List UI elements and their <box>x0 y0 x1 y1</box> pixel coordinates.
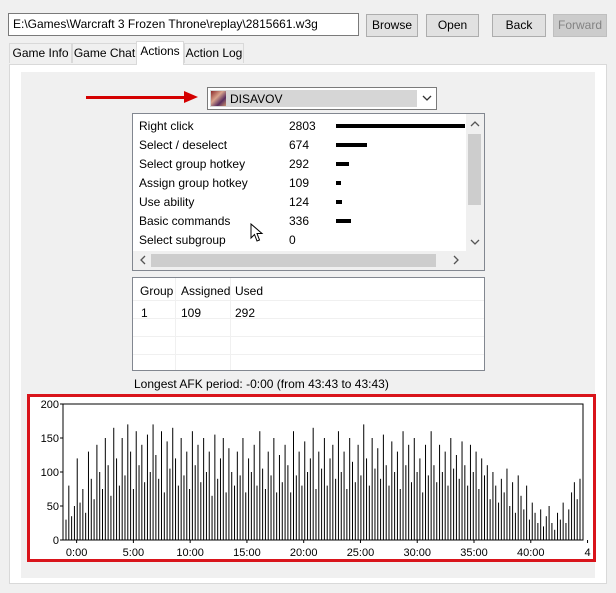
back-button[interactable]: Back <box>492 14 546 37</box>
x-tick-label: 20:00 <box>290 547 318 559</box>
cell-used: 292 <box>235 306 256 320</box>
y-tick-label: 0 <box>53 535 59 547</box>
open-button[interactable]: Open <box>426 14 479 37</box>
action-count: 674 <box>289 138 310 152</box>
action-row[interactable]: Select subgroup 0 <box>139 230 469 249</box>
column-header-used[interactable]: Used <box>235 284 263 298</box>
action-count: 336 <box>289 214 310 228</box>
row-divider <box>133 300 484 301</box>
tab-game-chat[interactable]: Game Chat <box>72 43 137 63</box>
row-divider <box>133 336 484 337</box>
action-bar <box>336 143 367 147</box>
apm-graph: 200 150 100 50 0 0:00 5:00 10:00 15:00 20:00 25:00… <box>41 399 591 559</box>
action-bar <box>336 200 342 204</box>
column-header-group[interactable]: Group <box>140 284 173 298</box>
tab-actions[interactable]: Actions <box>136 41 184 65</box>
horizontal-scroll-thumb[interactable] <box>151 254 436 267</box>
afk-period-label: Longest AFK period: -0:00 (from 43:43 to… <box>134 377 389 391</box>
action-name: Assign group hotkey <box>139 176 248 190</box>
scroll-left-icon[interactable] <box>138 255 148 265</box>
column-header-assigned[interactable]: Assigned <box>181 284 230 298</box>
action-row[interactable]: Use ability 124 <box>139 192 469 211</box>
actions-horizontal-scrollbar[interactable] <box>133 251 484 270</box>
annotation-arrow-line <box>86 96 186 99</box>
action-row[interactable]: Right click 2803 <box>139 116 469 135</box>
action-row[interactable]: Basic commands 336 <box>139 211 469 230</box>
column-divider <box>175 278 176 370</box>
scroll-up-icon[interactable] <box>470 119 480 129</box>
x-tick-label: 10:00 <box>176 547 204 559</box>
action-count: 124 <box>289 195 310 209</box>
action-count: 292 <box>289 157 310 171</box>
action-count: 2803 <box>289 119 316 133</box>
x-tick-label: 4 <box>584 547 590 559</box>
mouse-cursor-icon <box>250 223 264 242</box>
chevron-down-icon <box>422 95 432 101</box>
action-row[interactable]: Select / deselect 674 <box>139 135 469 154</box>
x-tick-label: 5:00 <box>123 547 144 559</box>
replay-path-input[interactable]: E:\Games\Warcraft 3 Frozen Throne\replay… <box>8 13 359 36</box>
x-tick-label: 35:00 <box>460 547 488 559</box>
action-name: Select / deselect <box>139 138 228 152</box>
tab-action-log[interactable]: Action Log <box>184 43 244 63</box>
y-tick-label: 200 <box>41 399 59 411</box>
cell-assigned: 109 <box>181 306 202 320</box>
action-name: Use ability <box>139 195 195 209</box>
scroll-right-icon[interactable] <box>451 255 461 265</box>
x-tick-label: 25:00 <box>347 547 375 559</box>
y-tick-label: 150 <box>41 433 59 445</box>
action-row[interactable]: Assign group hotkey 109 <box>139 173 469 192</box>
action-bar <box>336 162 349 166</box>
action-bar <box>336 124 465 128</box>
row-divider <box>133 354 484 355</box>
action-name: Basic commands <box>139 214 231 228</box>
scroll-down-icon[interactable] <box>470 237 480 247</box>
group-hotkey-table[interactable]: Group Assigned Used 1 109 292 <box>132 277 485 371</box>
action-count: 109 <box>289 176 310 190</box>
action-name: Select subgroup <box>139 233 226 247</box>
action-bar <box>336 219 351 223</box>
annotation-arrow-head-icon <box>184 91 198 103</box>
player-name: DISAVOV <box>230 92 283 106</box>
action-name: Right click <box>139 119 194 133</box>
action-count: 0 <box>289 233 296 247</box>
vertical-scroll-thumb[interactable] <box>468 134 481 205</box>
action-bar <box>336 181 341 185</box>
player-avatar-icon <box>211 91 226 106</box>
cell-group: 1 <box>141 306 148 320</box>
x-tick-label: 0:00 <box>66 547 87 559</box>
action-row[interactable]: Select group hotkey 292 <box>139 154 469 173</box>
browse-button[interactable]: Browse <box>366 14 418 37</box>
x-tick-label: 40:00 <box>517 547 545 559</box>
x-tick-label: 30:00 <box>403 547 431 559</box>
graph-plot-border <box>62 403 584 541</box>
y-tick-label: 100 <box>41 467 59 479</box>
action-name: Select group hotkey <box>139 157 246 171</box>
tab-game-info[interactable]: Game Info <box>9 43 72 63</box>
forward-button[interactable]: Forward <box>553 14 607 37</box>
y-tick-label: 50 <box>47 501 59 513</box>
player-select[interactable]: DISAVOV <box>207 87 437 110</box>
actions-list[interactable]: Right click 2803 Select / deselect 674 S… <box>132 113 485 271</box>
actions-vertical-scrollbar[interactable] <box>466 114 484 251</box>
x-tick-label: 15:00 <box>233 547 261 559</box>
